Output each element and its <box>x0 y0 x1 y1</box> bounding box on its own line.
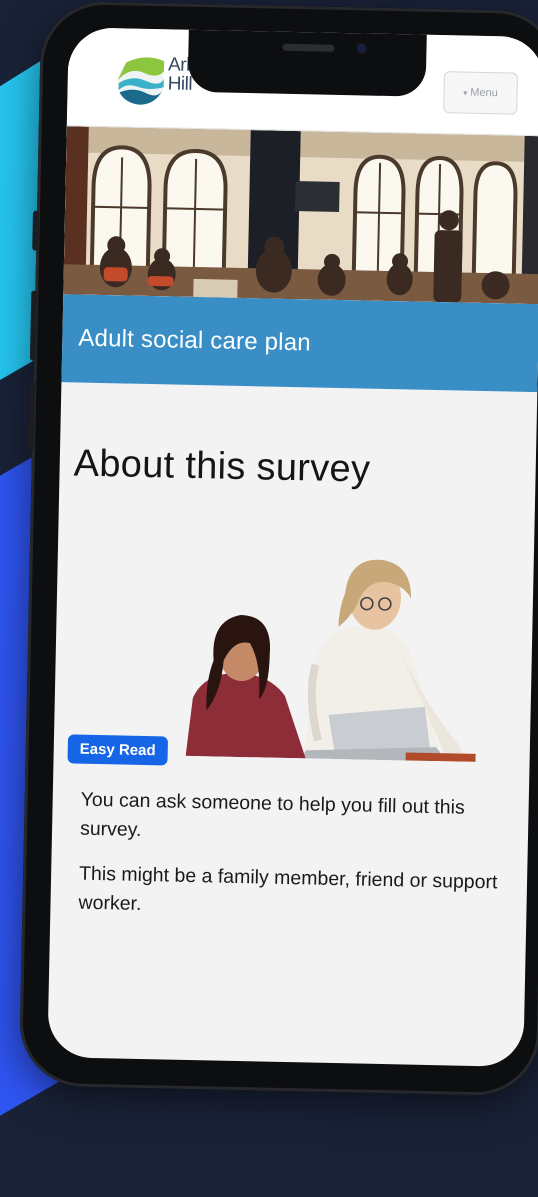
page-title: About this survey <box>73 442 371 491</box>
main-content: About this survey Easy Read You can ask … <box>50 382 537 927</box>
menu-button-label: Menu <box>470 86 498 100</box>
phone-volume-up-button <box>29 290 38 361</box>
hero-image <box>63 126 538 305</box>
banner-title: Adult social care plan <box>78 324 312 357</box>
intro-paragraph-2: This might be a family member, friend or… <box>78 862 498 915</box>
intro-paragraph-1: You can ask someone to help you fill out… <box>79 788 465 841</box>
hero-photo <box>63 126 538 305</box>
camera-icon <box>356 43 367 54</box>
chevron-down-icon: ▾ <box>463 88 468 98</box>
phone-notch <box>187 27 427 97</box>
phone-frame: Arlen Hill ▾ Menu <box>18 0 538 1097</box>
menu-button[interactable]: ▾ Menu <box>443 71 519 115</box>
speaker-grille <box>282 43 335 52</box>
phone-side-button <box>32 210 40 251</box>
easy-read-badge[interactable]: Easy Read <box>67 734 168 766</box>
phone-screen: Arlen Hill ▾ Menu <box>47 27 538 1067</box>
helper-photo <box>185 541 481 762</box>
logo-icon <box>117 57 165 105</box>
phone-volume-down-button <box>27 380 36 451</box>
page-banner: Adult social care plan <box>61 294 538 393</box>
